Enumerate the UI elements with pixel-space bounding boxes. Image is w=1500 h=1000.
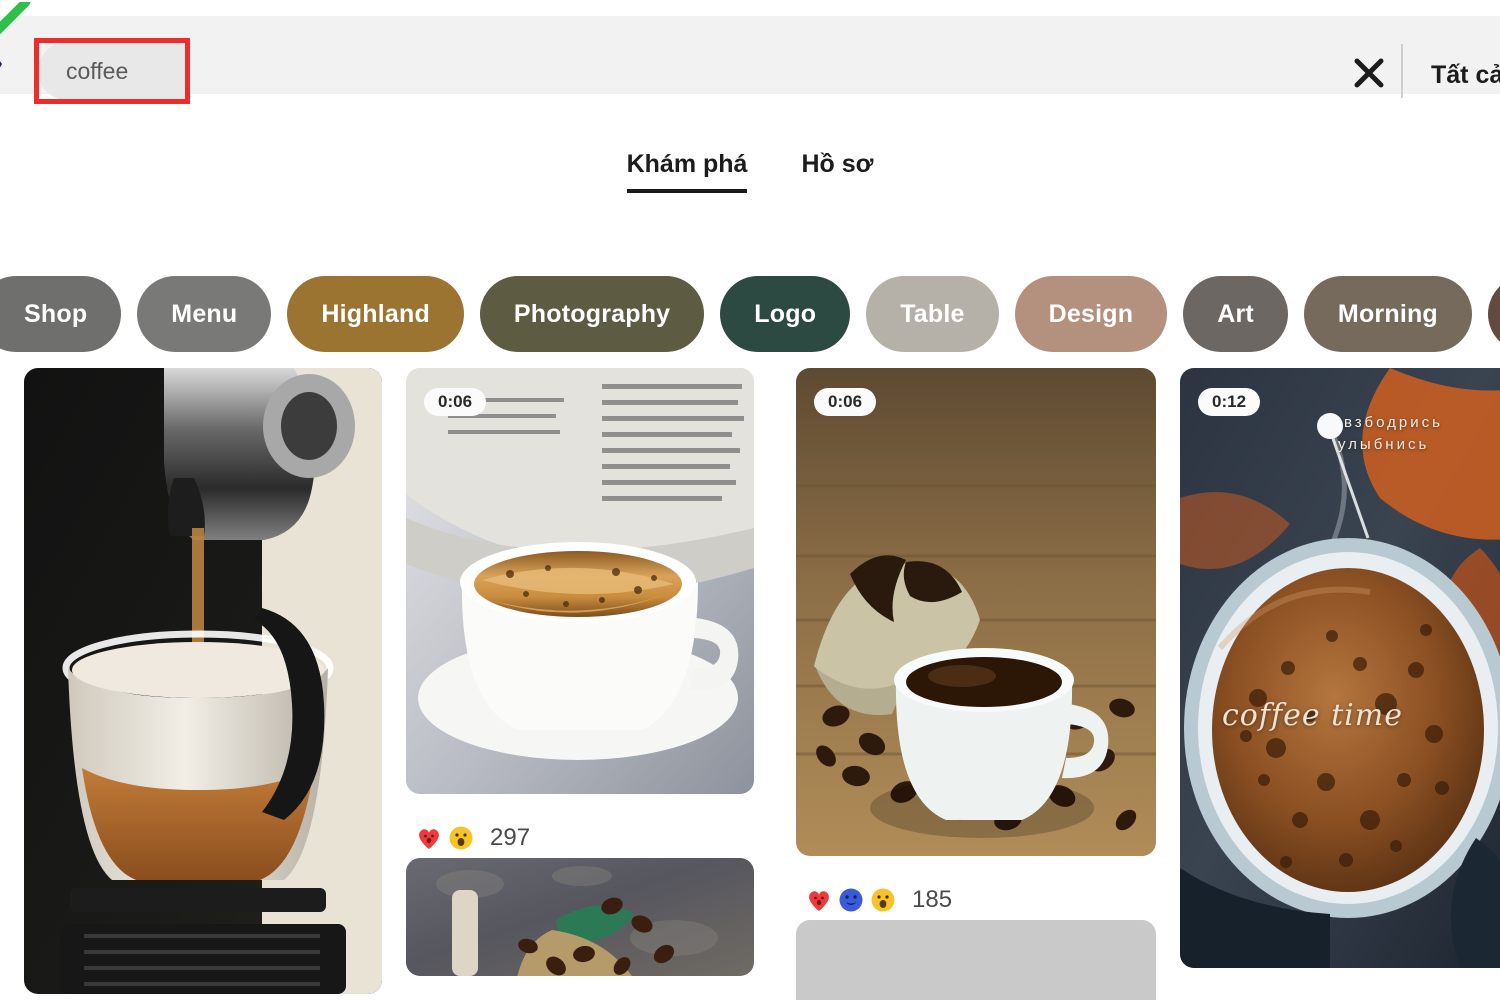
search-input-wrapper[interactable]: [38, 42, 188, 100]
loading-placeholder: [796, 920, 1156, 1000]
close-x-icon: [1352, 56, 1386, 90]
card-coffee-beans-slate[interactable]: [406, 858, 754, 976]
tab-bar: Khám phá Hồ sơ: [0, 150, 1500, 212]
overlay-caption-line-2: улыбнись: [1338, 436, 1430, 453]
reaction-row[interactable]: 185: [796, 870, 1156, 920]
chip-logo[interactable]: Logo: [720, 276, 851, 352]
card-coffee-book[interactable]: 0:06: [406, 368, 754, 794]
category-chip-row: Shop Menu Highland Photography Logo Tabl…: [0, 275, 1500, 353]
like-emoji: [838, 887, 864, 913]
toolbar-divider: [1401, 44, 1403, 98]
wow-emoji: [870, 887, 896, 913]
search-input[interactable]: [38, 42, 188, 100]
heart-emoji: [806, 887, 832, 913]
reaction-count: 297: [490, 824, 531, 851]
overlay-script-text: coffee time: [1222, 698, 1403, 733]
grid-column-4: 0:12 взбодрись улыбнись coffee time: [1180, 368, 1500, 982]
reaction-count: 185: [912, 886, 953, 913]
reaction-row[interactable]: 297: [406, 808, 754, 858]
tab-ho-so[interactable]: Hồ sơ: [801, 150, 873, 193]
card-thumbnail[interactable]: [406, 368, 754, 794]
chip-art[interactable]: Art: [1183, 276, 1288, 352]
card-thumbnail[interactable]: [406, 858, 754, 976]
chip-time[interactable]: Time: [1487, 276, 1500, 352]
duration-badge: 0:06: [814, 388, 877, 416]
card-coffee-sack-beans[interactable]: 0:06: [796, 368, 1156, 856]
grid-column-3: 0:06 185: [796, 368, 1156, 1000]
duration-badge: 0:06: [424, 388, 487, 416]
chip-photography[interactable]: Photography: [479, 276, 705, 352]
chip-highland[interactable]: Highland: [287, 276, 464, 352]
filter-all-label[interactable]: Tất cả: [1431, 61, 1500, 90]
wow-emoji: [448, 825, 474, 851]
search-bar: Tất cả: [0, 2, 1500, 104]
tab-kham-pha[interactable]: Khám phá: [626, 150, 747, 193]
grid-column-2: 0:06 297: [406, 368, 754, 990]
overlay-caption-line-1: взбодрись: [1344, 414, 1443, 431]
duration-badge: 0:12: [1198, 388, 1261, 416]
chip-morning[interactable]: Morning: [1303, 276, 1472, 352]
card-thumbnail[interactable]: [796, 368, 1156, 856]
chip-shop[interactable]: Shop: [0, 276, 122, 352]
chip-menu[interactable]: Menu: [137, 276, 272, 352]
grid-column-1: [24, 368, 382, 1000]
card-thumbnail[interactable]: [24, 368, 382, 994]
clear-search-button[interactable]: [1347, 56, 1391, 90]
card-thumbnail[interactable]: [1180, 368, 1500, 968]
chip-table[interactable]: Table: [866, 276, 999, 352]
results-grid: 0:06 297 0:06 185 0:12 взбодрись улыбнис…: [0, 368, 1500, 1000]
card-coffee-time[interactable]: 0:12 взбодрись улыбнись coffee time: [1180, 368, 1500, 968]
chip-design[interactable]: Design: [1014, 276, 1168, 352]
card-espresso-machine[interactable]: [24, 368, 382, 994]
heart-emoji: [416, 825, 442, 851]
